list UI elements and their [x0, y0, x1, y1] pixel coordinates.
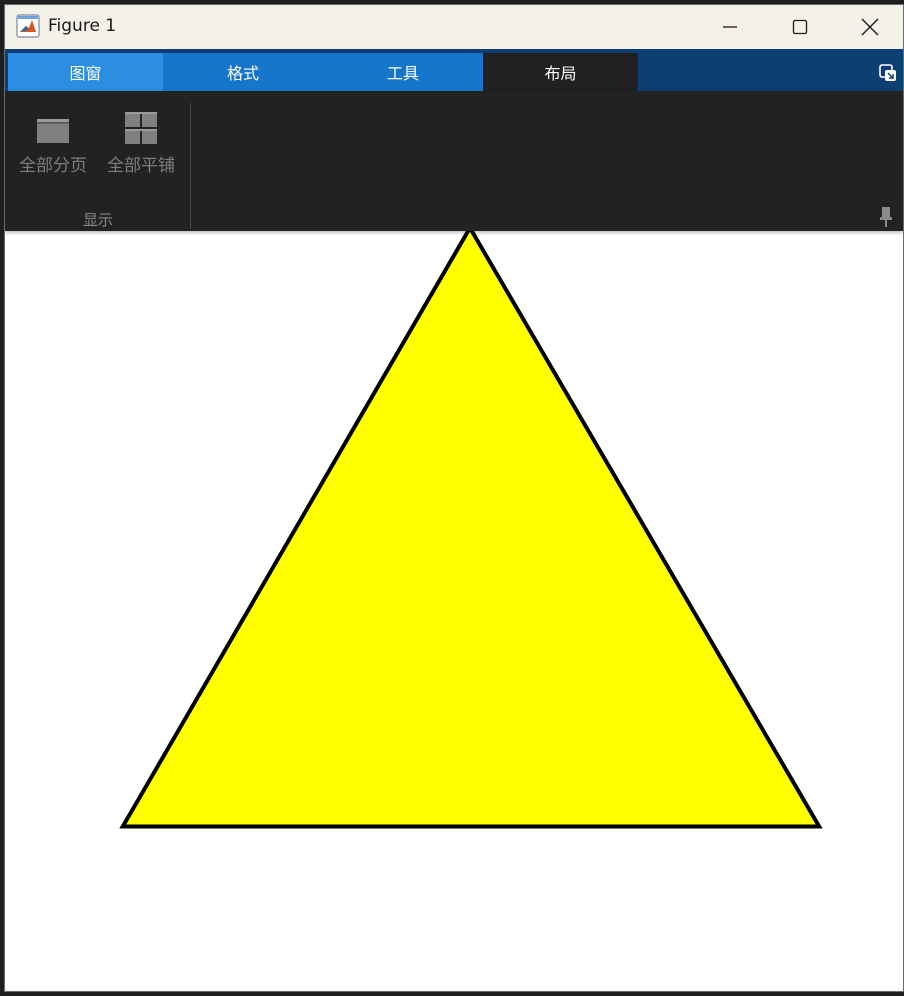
tab-figure[interactable]: 图窗: [8, 53, 163, 91]
pin-icon[interactable]: [879, 206, 893, 228]
ribbon-tab-strip: 图窗 格式 工具 布局: [5, 49, 903, 91]
page-all-label: 全部分页: [19, 156, 87, 176]
close-button[interactable]: [835, 5, 903, 49]
figure-canvas: [119, 231, 823, 829]
window-title: Figure 1: [48, 16, 117, 36]
group-label-display: 显示: [82, 211, 113, 229]
tab-format[interactable]: 格式: [163, 53, 323, 91]
tile-all-button[interactable]: 全部平铺: [97, 105, 185, 185]
tab-label: 布局: [544, 64, 577, 83]
figure-window: Figure 1 图窗 格式 工具 布局 全部分页 全部平铺 显示: [4, 4, 904, 992]
tab-label: 工具: [386, 64, 419, 83]
yellow-triangle: [119, 231, 823, 829]
ribbon-separator: [190, 103, 191, 229]
maximize-button[interactable]: [765, 5, 835, 49]
ribbon-panel: 全部分页 全部平铺 显示: [5, 91, 903, 231]
tab-layout[interactable]: 布局: [483, 53, 638, 91]
page-all-button[interactable]: 全部分页: [9, 105, 97, 185]
close-icon: [861, 18, 879, 36]
minimize-button[interactable]: [695, 5, 765, 49]
tab-label: 图窗: [69, 64, 102, 83]
maximize-icon: [792, 19, 808, 35]
tile-grid-icon: [125, 112, 157, 144]
tab-tools[interactable]: 工具: [323, 53, 483, 91]
minimize-icon: [723, 26, 737, 28]
single-page-icon: [37, 119, 69, 143]
undock-icon[interactable]: [879, 64, 897, 82]
matlab-app-icon: [16, 14, 40, 38]
tab-label: 格式: [226, 64, 259, 83]
tile-all-label: 全部平铺: [107, 156, 175, 176]
title-bar[interactable]: Figure 1: [5, 5, 903, 49]
